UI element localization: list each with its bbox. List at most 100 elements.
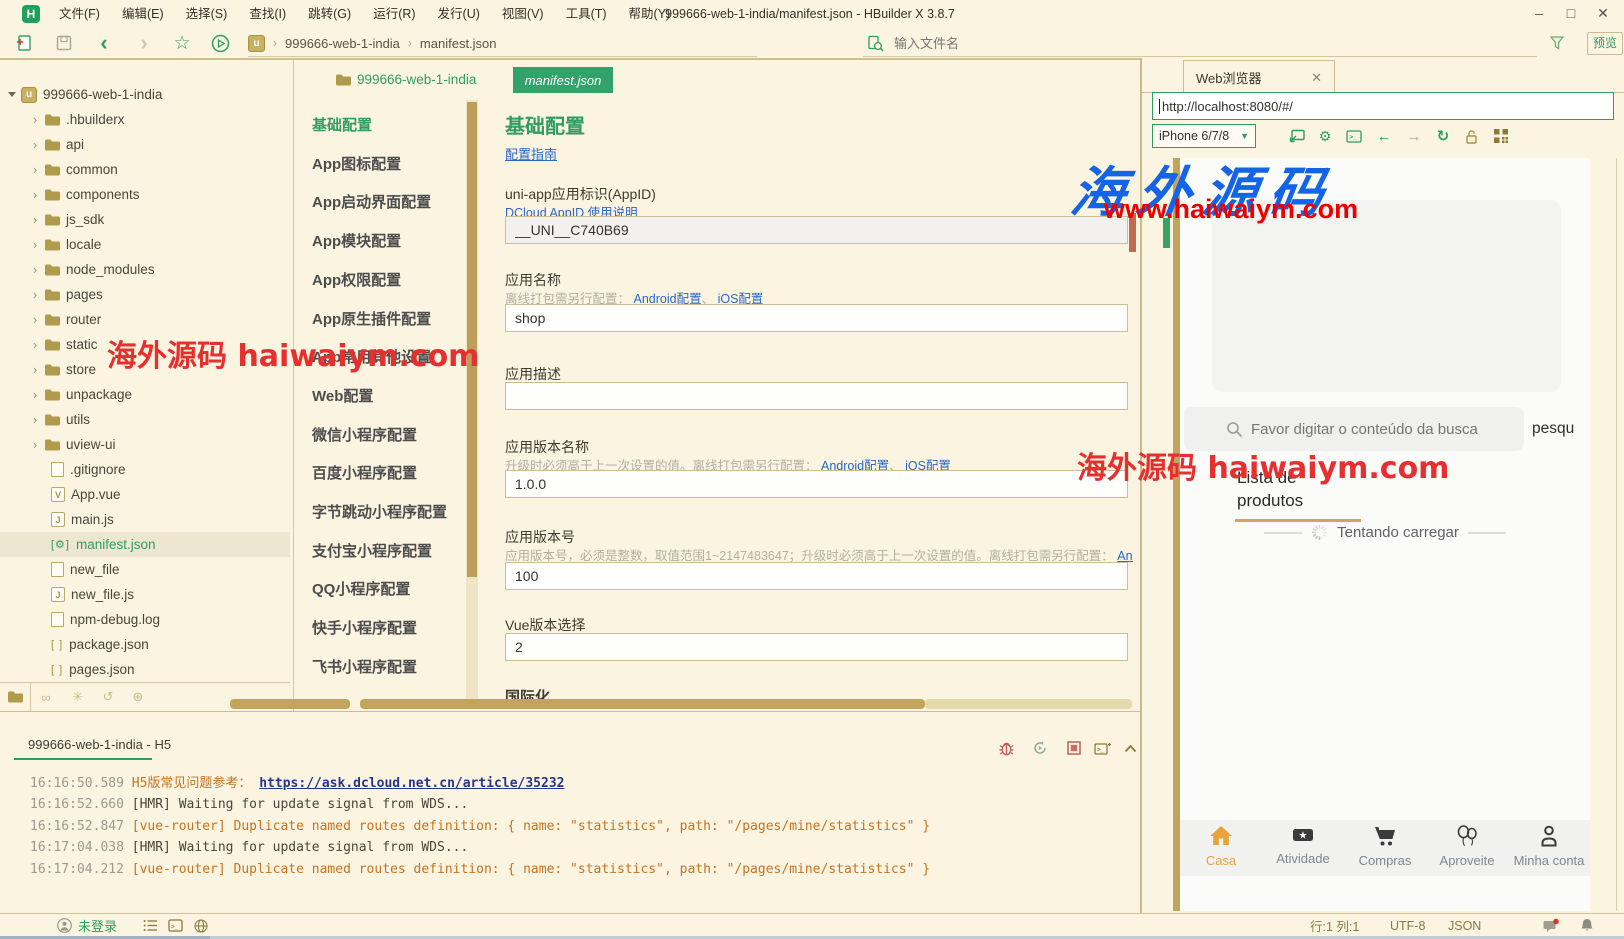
tree-file-manifest.json[interactable]: [⚙]manifest.json: [0, 532, 290, 557]
url-bar[interactable]: [1152, 92, 1614, 120]
field-input-0[interactable]: [505, 216, 1128, 244]
url-input[interactable]: [1160, 98, 1594, 115]
tree-file-.gitignore[interactable]: .gitignore: [0, 457, 290, 482]
notification-alert-icon[interactable]: [1543, 914, 1559, 937]
field-input-2[interactable]: [505, 382, 1128, 410]
tree-folder-js_sdk[interactable]: ›js_sdk: [0, 207, 290, 232]
maximize-button[interactable]: □: [1556, 0, 1586, 28]
save-icon[interactable]: [52, 31, 76, 55]
menu-item-6[interactable]: 发行(U): [427, 0, 491, 28]
tree-folder-node_modules[interactable]: ›node_modules: [0, 257, 290, 282]
project-manager-icon[interactable]: [0, 683, 31, 711]
config-nav-item-12[interactable]: QQ小程序配置: [312, 578, 410, 599]
qrcode-icon[interactable]: [1490, 126, 1512, 146]
tree-file-npm-debug.log[interactable]: npm-debug.log: [0, 607, 290, 632]
config-nav-item-1[interactable]: App图标配置: [312, 153, 401, 174]
config-nav-scrollbar-thumb[interactable]: [467, 102, 477, 577]
config-nav-item-10[interactable]: 字节跳动小程序配置: [312, 501, 447, 522]
menu-item-1[interactable]: 编辑(E): [111, 0, 175, 28]
field-input-1[interactable]: [505, 304, 1128, 332]
restart-icon[interactable]: [1030, 739, 1050, 757]
sparkle-icon[interactable]: ✳: [66, 683, 90, 711]
filetype-label[interactable]: JSON: [1448, 914, 1481, 937]
nav-item-cart[interactable]: Compras: [1344, 820, 1426, 876]
tree-folder-components[interactable]: ›components: [0, 182, 290, 207]
config-nav-item-2[interactable]: App启动界面配置: [312, 191, 431, 212]
config-nav-item-14[interactable]: 飞书小程序配置: [312, 656, 417, 677]
gear-icon[interactable]: ⚙: [1314, 126, 1336, 146]
tree-file-new_file.js[interactable]: Jnew_file.js: [0, 582, 290, 607]
tree-folder-utils[interactable]: ›utils: [0, 407, 290, 432]
tree-folder-locale[interactable]: ›locale: [0, 232, 290, 257]
webview-scrollbar[interactable]: [1173, 158, 1180, 911]
browser-tab[interactable]: Web浏览器 ✕: [1183, 60, 1335, 94]
tree-file-main.js[interactable]: Jmain.js: [0, 507, 290, 532]
form-hscrollbar-track[interactable]: [925, 699, 1132, 709]
tree-file-pages.json[interactable]: [ ]pages.json: [0, 657, 290, 682]
tree-folder-static[interactable]: ›static: [0, 332, 290, 357]
nav-forward-icon[interactable]: →: [1403, 126, 1425, 146]
config-nav-item-13[interactable]: 快手小程序配置: [312, 617, 417, 638]
open-external-icon[interactable]: [1286, 126, 1308, 146]
field-input-4[interactable]: [505, 562, 1128, 590]
tree-folder-unpackage[interactable]: ›unpackage: [0, 382, 290, 407]
cursor-position-label[interactable]: 行:1 列:1: [1310, 914, 1359, 937]
menu-item-4[interactable]: 跳转(G): [297, 0, 362, 28]
refresh-panel-icon[interactable]: ↺: [96, 683, 120, 711]
nav-item-user[interactable]: Minha conta: [1508, 820, 1590, 876]
outline-list-icon[interactable]: [143, 914, 158, 937]
product-search-input[interactable]: [1249, 420, 1503, 439]
search-input[interactable]: [892, 35, 1456, 52]
tree-file-App.vue[interactable]: VApp.vue: [0, 482, 290, 507]
nav-item-ticket[interactable]: ★Atividade: [1262, 820, 1344, 876]
breadcrumb[interactable]: u › 999666-web-1-india › manifest.json: [248, 30, 757, 57]
menu-item-3[interactable]: 查找(I): [238, 0, 297, 28]
forward-icon[interactable]: ›: [132, 31, 156, 55]
account-status[interactable]: 未登录: [57, 914, 117, 937]
close-button[interactable]: ✕: [1588, 0, 1618, 28]
nav-back-icon[interactable]: ←: [1373, 126, 1395, 146]
tree-folder-.hbuilderx[interactable]: ›.hbuilderx: [0, 107, 290, 132]
config-nav-item-3[interactable]: App模块配置: [312, 230, 401, 251]
config-nav-item-7[interactable]: Web配置: [312, 385, 373, 406]
config-nav-item-4[interactable]: App权限配置: [312, 269, 401, 290]
nav-item-home[interactable]: Casa: [1180, 820, 1262, 876]
minimize-button[interactable]: –: [1524, 0, 1554, 28]
editor-folder-crumb[interactable]: 999666-web-1-india: [336, 72, 476, 87]
config-nav-item-0[interactable]: 基础配置: [312, 114, 372, 135]
linked-rings-icon[interactable]: ∞: [34, 683, 58, 711]
config-nav-item-6[interactable]: App常用其他设置: [312, 346, 431, 367]
new-file-icon[interactable]: [12, 31, 36, 55]
preview-button[interactable]: 预览: [1587, 32, 1623, 55]
category-tab[interactable]: Lista de produtos: [1237, 466, 1303, 512]
tree-folder-common[interactable]: ›common: [0, 157, 290, 182]
tree-folder-api[interactable]: ›api: [0, 132, 290, 157]
log-link[interactable]: https://ask.dcloud.net.cn/article/35232: [259, 776, 564, 791]
config-guide-link-text[interactable]: 配置指南: [505, 147, 557, 162]
tree-folder-router[interactable]: ›router: [0, 307, 290, 332]
globe-status-icon[interactable]: [194, 914, 208, 937]
form-vscrollbar-thumb[interactable]: [1129, 213, 1136, 252]
breadcrumb-project[interactable]: 999666-web-1-india: [285, 36, 400, 51]
tree-project-row[interactable]: u999666-web-1-india: [0, 82, 290, 107]
file-search-box[interactable]: [863, 30, 1537, 57]
tree-folder-uview-ui[interactable]: ›uview-ui: [0, 432, 290, 457]
browser-tab-close-icon[interactable]: ✕: [1311, 70, 1322, 86]
menu-item-5[interactable]: 运行(R): [362, 0, 426, 28]
globe-panel-icon[interactable]: ⊕: [126, 683, 150, 711]
config-nav-item-5[interactable]: App原生插件配置: [312, 308, 431, 329]
config-nav-item-9[interactable]: 百度小程序配置: [312, 462, 417, 483]
menu-item-2[interactable]: 选择(S): [175, 0, 239, 28]
collapse-chevron-icon[interactable]: [1120, 739, 1140, 757]
console-tab[interactable]: 999666-web-1-india - H5: [28, 737, 171, 752]
lock-icon[interactable]: [1460, 126, 1482, 146]
panel-vscrollbar-thumb[interactable]: [1163, 218, 1170, 248]
config-guide-link[interactable]: 配置指南: [505, 144, 557, 164]
breadcrumb-file[interactable]: manifest.json: [420, 36, 497, 51]
tree-hscrollbar-thumb[interactable]: [230, 699, 350, 709]
field-input-3[interactable]: [505, 470, 1128, 498]
bell-icon[interactable]: [1580, 914, 1594, 937]
tree-file-package.json[interactable]: [ ]package.json: [0, 632, 290, 657]
menu-item-0[interactable]: 文件(F): [48, 0, 111, 28]
refresh-icon[interactable]: ↻: [1432, 126, 1454, 146]
